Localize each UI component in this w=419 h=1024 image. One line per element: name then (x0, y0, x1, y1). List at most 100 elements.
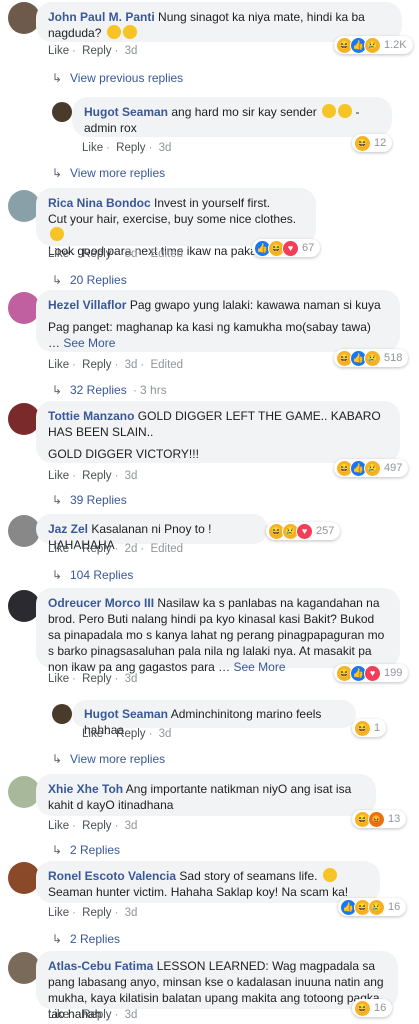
reactions-pill[interactable]: 😆 😢 ♥ 257 (266, 522, 341, 540)
sad-reaction-icon: 😢 (364, 36, 381, 54)
like-link[interactable]: Like (48, 673, 69, 685)
laugh-emoji-icon (322, 104, 337, 118)
love-reaction-icon: ♥ (296, 522, 313, 540)
reactions-pill[interactable]: 👍 😆 😢 16 (338, 898, 407, 916)
like-link[interactable]: Like (48, 907, 69, 919)
reactions-pill[interactable]: 😆 16 (352, 999, 393, 1017)
comment-actions: Like · Reply · 3d (48, 673, 138, 685)
reactions-pill[interactable]: 👍 😆 ♥ 67 (252, 239, 321, 257)
comment-time[interactable]: 3d (125, 673, 138, 685)
reply-arrow-icon: ↳ (52, 932, 63, 946)
reply-link[interactable]: Reply (82, 45, 111, 57)
commenter-name[interactable]: John Paul M. Panti (48, 10, 155, 24)
reply-link[interactable]: Reply (82, 248, 111, 260)
reply-link[interactable]: Reply (82, 359, 111, 371)
edited-label[interactable]: Edited (150, 543, 183, 555)
replies-link[interactable]: ↳ 39 Replies (52, 493, 127, 507)
reply-link[interactable]: Reply (116, 142, 145, 154)
reactions-pill[interactable]: 😆 👍 😢 497 (334, 459, 409, 477)
replies-link[interactable]: ↳ 2 Replies (52, 932, 120, 946)
view-more-replies[interactable]: ↳ View more replies (52, 752, 165, 766)
comment-time[interactable]: 3d (125, 1009, 138, 1021)
reply-link[interactable]: Reply (116, 728, 145, 740)
comment-actions: Like · Reply · 3d (48, 45, 138, 57)
edited-label[interactable]: Edited (150, 248, 183, 260)
reply-link[interactable]: Reply (82, 907, 111, 919)
like-link[interactable]: Like (82, 728, 103, 740)
laugh-emoji-icon (122, 25, 137, 39)
comment-text: GOLD DIGGER VICTORY!!! (48, 447, 199, 461)
replies-link[interactable]: ↳ 104 Replies (52, 568, 133, 582)
reaction-count: 518 (384, 352, 403, 364)
commenter-name[interactable]: Xhie Xhe Toh (48, 782, 123, 796)
comment-text: ang hard mo sir kay sender (171, 105, 317, 119)
comment-actions: Like · Reply · 3d (82, 142, 172, 154)
love-reaction-icon: ♥ (364, 664, 381, 682)
replies-link[interactable]: ↳ 32 Replies · 3 hrs (52, 383, 167, 397)
edited-label[interactable]: Edited (150, 359, 183, 371)
avatar[interactable] (52, 102, 72, 122)
like-link[interactable]: Like (48, 543, 69, 555)
comment-actions: Like · Reply · 3d (48, 907, 138, 919)
reaction-count: 16 (388, 901, 401, 913)
comment-text: Pag gwapo yung lalaki: kawawa naman si k… (129, 298, 381, 312)
commenter-name[interactable]: Ronel Escoto Valencia (48, 869, 176, 883)
sad-reaction-icon: 😢 (364, 349, 381, 367)
view-more-replies[interactable]: ↳ View more replies (52, 166, 165, 180)
reactions-pill[interactable]: 😆 😡 13 (352, 810, 407, 828)
commenter-name[interactable]: Hugot Seaman (84, 707, 168, 721)
comment-actions: Like · Reply · 3d (48, 470, 138, 482)
replies-link[interactable]: ↳ 2 Replies (52, 843, 120, 857)
reply-link[interactable]: Reply (82, 470, 111, 482)
comment-actions: Like · Reply · 3d (82, 728, 172, 740)
replies-link[interactable]: ↳ 20 Replies (52, 273, 127, 287)
comment-time[interactable]: 3d (125, 470, 138, 482)
angry-reaction-icon: 😡 (368, 810, 385, 828)
reactions-pill[interactable]: 😆 👍 😢 1.2K (334, 36, 413, 54)
reaction-count: 1 (374, 722, 381, 734)
commenter-name[interactable]: Jaz Zel (48, 522, 88, 536)
comment-time[interactable]: 3d (125, 907, 138, 919)
view-previous-replies[interactable]: ↳ View previous replies (52, 71, 183, 85)
reply-link[interactable]: Reply (82, 543, 111, 555)
reaction-count: 1.2K (384, 39, 407, 51)
reactions-pill[interactable]: 😆 👍 ♥ 199 (334, 664, 409, 682)
reply-link[interactable]: Reply (82, 820, 111, 832)
commenter-name[interactable]: Rica Nina Bondoc (48, 196, 151, 210)
haha-reaction-icon: 😆 (354, 134, 371, 152)
commenter-name[interactable]: Hugot Seaman (84, 105, 168, 119)
like-link[interactable]: Like (48, 820, 69, 832)
commenter-name[interactable]: Hezel Villaflor (48, 298, 126, 312)
like-link[interactable]: Like (48, 1009, 69, 1021)
reply-link[interactable]: Reply (82, 673, 111, 685)
commenter-name[interactable]: Odreucer Morco III (48, 596, 154, 610)
reactions-pill[interactable]: 😆 12 (352, 134, 393, 152)
like-link[interactable]: Like (48, 470, 69, 482)
comment-time[interactable]: 3d (159, 142, 172, 154)
commenter-name[interactable]: Atlas-Cebu Fatima (48, 959, 153, 973)
like-link[interactable]: Like (82, 142, 103, 154)
reply-arrow-icon: ↳ (52, 273, 63, 287)
comment-time[interactable]: 2d (125, 543, 138, 555)
comment-time[interactable]: 3d (125, 359, 138, 371)
reactions-pill[interactable]: 😆 1 (352, 719, 387, 737)
like-link[interactable]: Like (48, 45, 69, 57)
reply-link[interactable]: Reply (82, 1009, 111, 1021)
comment-actions: Like · Reply · 3d (48, 820, 138, 832)
see-more-link[interactable]: See More (63, 336, 115, 350)
comment-actions: Like · Reply · 3d (48, 1009, 138, 1021)
comment-actions: Like · Reply · 2d · Edited (48, 543, 184, 555)
commenter-name[interactable]: Tottie Manzano (48, 409, 134, 423)
comment-time[interactable]: 3d (125, 248, 138, 260)
like-link[interactable]: Like (48, 248, 69, 260)
avatar[interactable] (52, 704, 72, 724)
comment-time[interactable]: 3d (159, 728, 172, 740)
comment-time[interactable]: 3d (125, 45, 138, 57)
reactions-pill[interactable]: 😆 👍 😢 518 (334, 349, 409, 367)
like-link[interactable]: Like (48, 359, 69, 371)
reaction-count: 16 (374, 1002, 387, 1014)
see-more-link[interactable]: See More (233, 660, 285, 674)
comment-actions: Like · Reply · 3d · Edited (48, 248, 184, 260)
reply-arrow-icon: ↳ (52, 752, 63, 766)
comment-time[interactable]: 3d (125, 820, 138, 832)
